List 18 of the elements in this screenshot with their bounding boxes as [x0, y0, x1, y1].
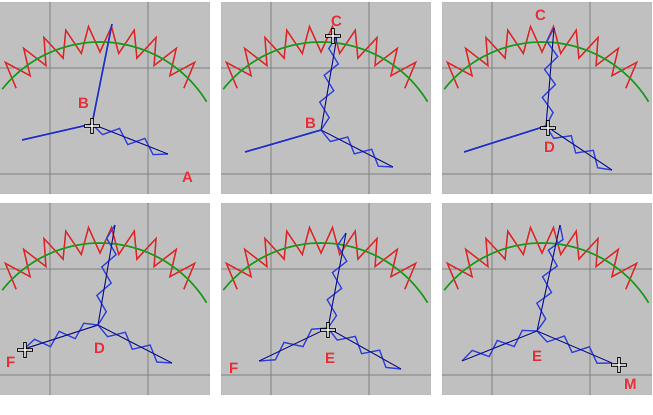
point-label: E	[325, 350, 336, 367]
point-label: C	[535, 7, 546, 24]
crosshair-icon	[323, 26, 343, 46]
crosshair-icon	[538, 118, 558, 138]
point-label: B	[305, 115, 316, 132]
point-label: C	[331, 13, 342, 30]
point-label: M	[624, 376, 636, 393]
crosshair-icon	[15, 340, 35, 360]
point-label: F	[229, 360, 238, 377]
crosshair-icon	[609, 355, 629, 375]
point-label: D	[544, 139, 555, 156]
crosshair-icon	[82, 116, 102, 136]
point-label: F	[6, 354, 16, 371]
crosshair-icon	[318, 320, 338, 340]
point-label: E	[532, 348, 542, 365]
point-label: A	[182, 169, 193, 186]
point-label: B	[78, 95, 89, 112]
point-label: D	[94, 340, 105, 357]
